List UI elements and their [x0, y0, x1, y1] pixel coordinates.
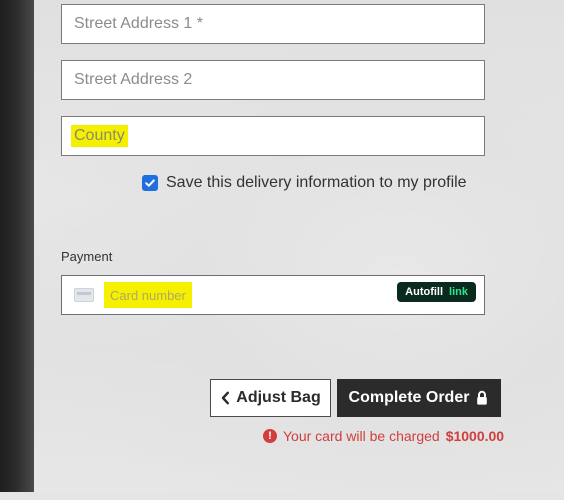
bottom-bar	[0, 492, 564, 500]
save-delivery-checkbox[interactable]	[142, 175, 158, 191]
payment-label: Payment	[61, 249, 113, 264]
county-placeholder: County	[71, 125, 128, 147]
county-field[interactable]: County	[61, 116, 485, 156]
charge-notice: ! Your card will be charged $1000.00	[263, 428, 504, 444]
charge-amount: $1000.00	[445, 428, 505, 444]
check-icon	[145, 179, 155, 187]
credit-card-icon	[74, 288, 94, 302]
street-address-1-placeholder: Street Address 1 *	[74, 15, 203, 32]
save-delivery-info-row[interactable]: Save this delivery information to my pro…	[142, 174, 467, 192]
lock-icon	[477, 390, 488, 405]
adjust-bag-button[interactable]: Adjust Bag	[210, 379, 331, 417]
street-address-1-field[interactable]: Street Address 1 *	[61, 4, 485, 44]
card-number-field[interactable]: Card number Autofill link	[61, 275, 485, 315]
autofill-link-label: link	[449, 286, 468, 298]
autofill-link-button[interactable]: Autofill link	[397, 282, 476, 302]
background-left-edge	[0, 0, 34, 500]
exclamation-circle-icon: !	[263, 429, 277, 443]
autofill-label: Autofill	[405, 286, 444, 298]
charge-notice-text: Your card will be charged	[283, 428, 440, 444]
street-address-2-field[interactable]: Street Address 2	[61, 60, 485, 100]
adjust-bag-label: Adjust Bag	[236, 389, 321, 406]
complete-order-button[interactable]: Complete Order	[337, 379, 501, 417]
complete-order-label: Complete Order	[348, 389, 470, 406]
card-number-placeholder: Card number	[104, 282, 192, 308]
street-address-2-placeholder: Street Address 2	[74, 71, 193, 88]
chevron-left-icon	[222, 391, 230, 405]
save-delivery-label: Save this delivery information to my pro…	[166, 174, 467, 191]
